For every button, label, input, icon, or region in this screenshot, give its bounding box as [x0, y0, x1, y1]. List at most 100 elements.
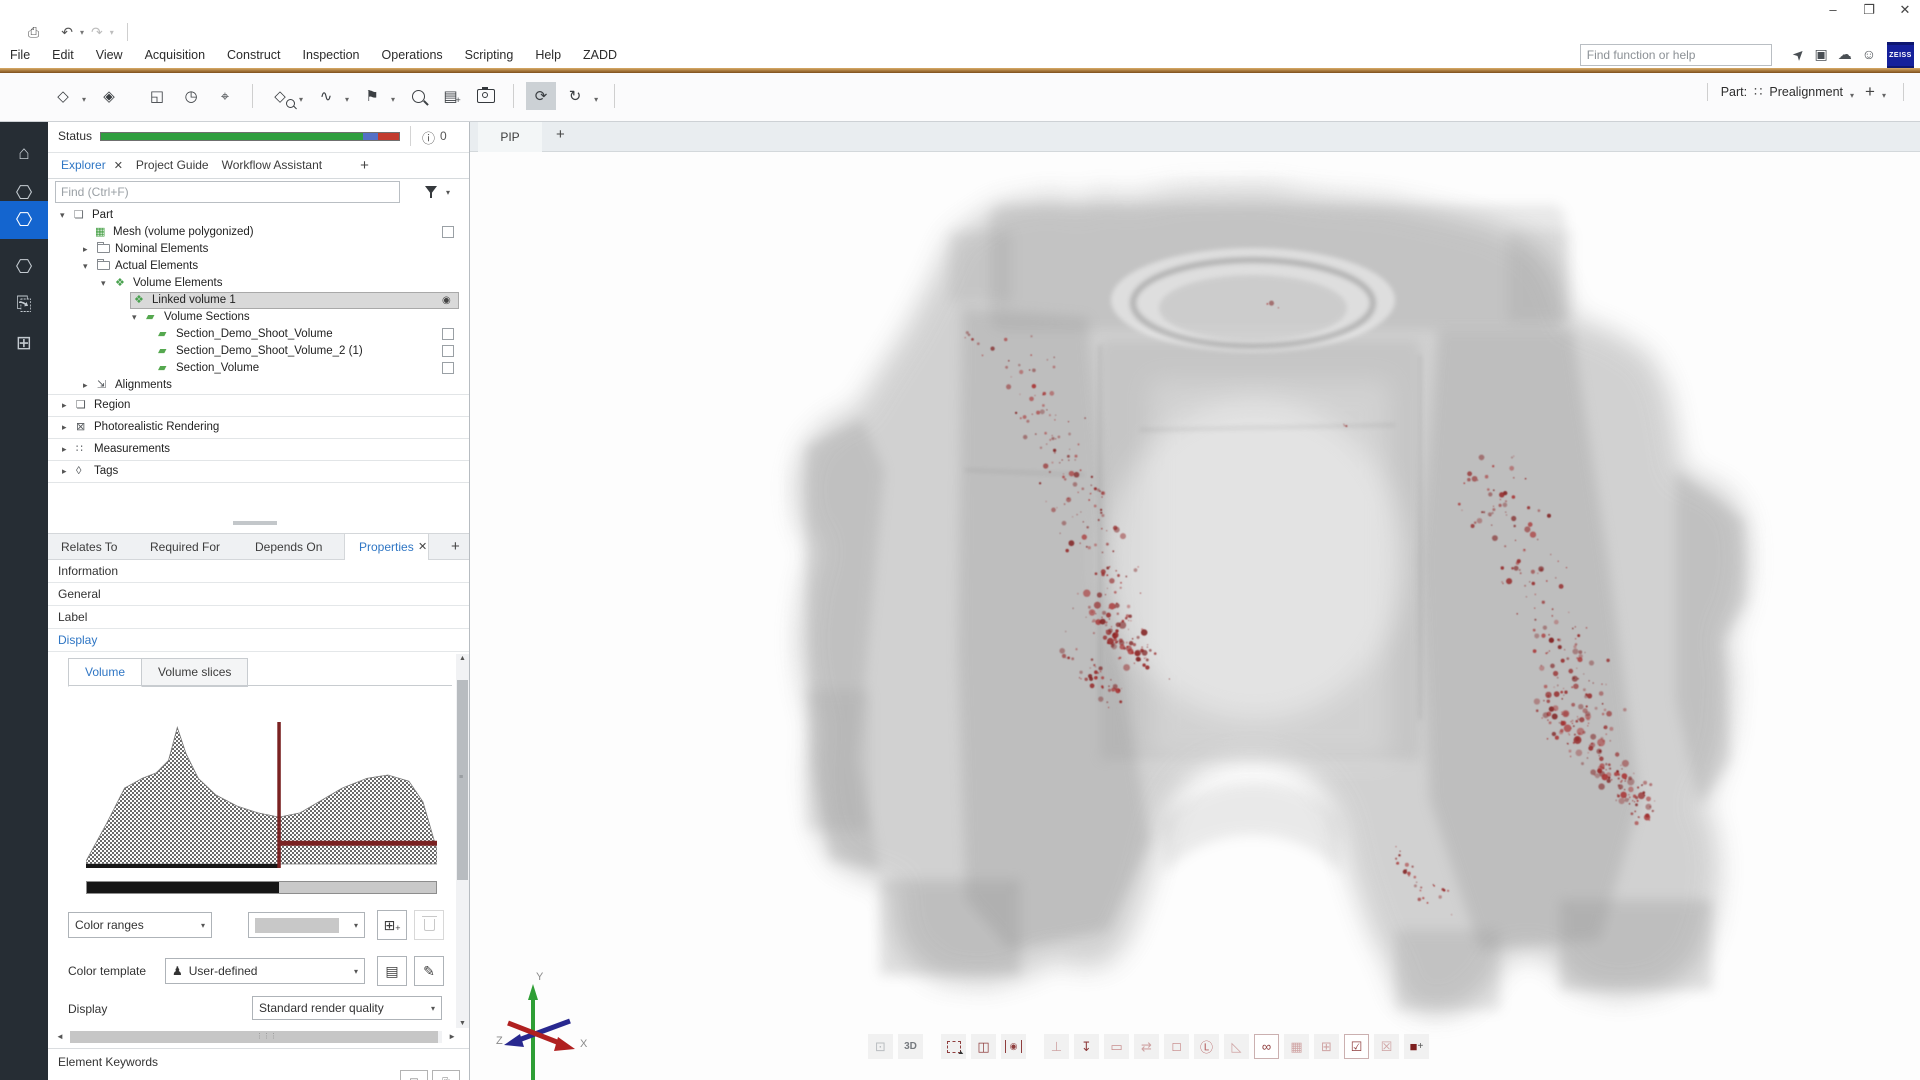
tab-depends-on[interactable]: Depends On [255, 534, 322, 560]
select-area-button[interactable] [941, 1034, 966, 1059]
tone-mapping-bar[interactable] [86, 881, 437, 894]
sidebar-item-apps[interactable]: ⊞ [0, 324, 48, 362]
color-ranges-select[interactable]: Color ranges▾ [68, 912, 212, 938]
menu-view[interactable]: View [96, 48, 123, 62]
menu-help[interactable]: Help [535, 48, 561, 62]
expander-icon[interactable]: ▸ [62, 395, 67, 416]
tree-item-section-demo-shoot-volume[interactable]: ▰Section_Demo_Shoot_Volume [48, 326, 469, 343]
construct-tool-button-caret-icon[interactable]: ▾ [82, 95, 86, 104]
tab-workflow-assistant[interactable]: Workflow Assistant [222, 158, 322, 172]
undo-caret-icon[interactable]: ▾ [80, 28, 84, 37]
tree-item-mesh-volume-polygonized-[interactable]: ▦Mesh (volume polygonized) [48, 224, 469, 241]
menu-zadd[interactable]: ZADD [583, 48, 617, 62]
expander-icon[interactable]: ▾ [132, 309, 137, 326]
expander-icon[interactable]: ▸ [62, 461, 67, 482]
linked-circles-button[interactable]: ∞ [1254, 1034, 1279, 1059]
tree-item-section-volume[interactable]: ▰Section_Volume [48, 360, 469, 377]
rectangle-button[interactable]: ▭ [1104, 1034, 1129, 1059]
minimize-button[interactable]: – [1822, 2, 1844, 18]
tree-item-alignments[interactable]: ▸⇲Alignments [48, 377, 469, 394]
properties-horizontal-scrollbar[interactable]: ◄ ⋮⋮⋮ ► [56, 1030, 456, 1044]
expander-icon[interactable]: ▾ [83, 258, 88, 275]
flip-horizontal-button[interactable]: ⇄ [1134, 1034, 1159, 1059]
tree-item-tags[interactable]: ▸◊Tags [48, 460, 469, 483]
expander-icon[interactable]: ▾ [60, 207, 65, 224]
square-l-button[interactable]: Ⓛ [1194, 1034, 1219, 1059]
tree-item-photorealistic-rendering[interactable]: ▸⊠Photorealistic Rendering [48, 416, 469, 438]
pip-thumbnail-button[interactable]: ⊡ [868, 1034, 893, 1059]
voxel-grid-button[interactable]: ▦ [1284, 1034, 1309, 1059]
3d-view-button[interactable]: 3D [898, 1034, 923, 1059]
find-input[interactable] [55, 181, 400, 203]
tree-item-nominal-elements[interactable]: ▸Nominal Elements [48, 241, 469, 258]
history-clock-button[interactable]: ◷ [176, 82, 206, 110]
tab-properties[interactable]: Properties [344, 534, 429, 560]
set-square-button[interactable]: ◺ [1224, 1034, 1249, 1059]
add-detail-tab-button[interactable]: + [451, 534, 460, 560]
reload-button[interactable]: ↻ [560, 82, 590, 110]
tree-item-volume-sections[interactable]: ▾▰Volume Sections [48, 309, 469, 326]
undo-icon[interactable]: ↶ [61, 24, 73, 41]
expander-icon[interactable]: ▸ [83, 377, 88, 394]
tree-item-section-demo-shoot-volume-2-1-[interactable]: ▰Section_Demo_Shoot_Volume_2 (1) [48, 343, 469, 360]
panel-splitter-handle[interactable] [233, 521, 277, 525]
zoom-element-button-caret-icon[interactable]: ▾ [299, 95, 303, 104]
section-path-button[interactable]: ∿ [311, 82, 341, 110]
add-part-caret-icon[interactable]: ▾ [1882, 91, 1886, 100]
add-explorer-tab-button[interactable]: + [360, 157, 369, 174]
keywords-button-2[interactable]: ⎘ [432, 1070, 460, 1080]
menu-edit[interactable]: Edit [52, 48, 74, 62]
visibility-checkbox[interactable] [442, 226, 454, 238]
properties-vertical-scrollbar[interactable]: ▲ ≡ ▼ [456, 654, 469, 1028]
construct-tool-button[interactable]: ◇ [48, 82, 78, 110]
redo-caret-icon[interactable]: ▾ [110, 28, 114, 37]
menu-operations[interactable]: Operations [382, 48, 443, 62]
info-icon[interactable]: ⓘ [422, 128, 435, 147]
tree-item-actual-elements[interactable]: ▾Actual Elements [48, 258, 469, 275]
user-icon[interactable]: ☺ [1862, 46, 1876, 62]
square-button[interactable]: □ [1164, 1034, 1189, 1059]
delete-color-range-button[interactable] [414, 910, 444, 940]
element-keywords-header[interactable]: Element Keywords [48, 1048, 469, 1069]
section-information[interactable]: Information [48, 560, 469, 583]
section-display[interactable]: Display [48, 629, 469, 652]
filter-funnel-icon[interactable] [425, 186, 437, 194]
redo-icon[interactable]: ↷ [91, 24, 103, 41]
find-function-input[interactable] [1580, 44, 1772, 66]
save-icon[interactable]: ⎙ [28, 24, 39, 41]
tab-relates-to[interactable]: Relates To [61, 534, 117, 560]
tree-item-part[interactable]: ▾❏Part [48, 207, 469, 224]
tab-volume[interactable]: Volume [68, 658, 142, 687]
tree-item-volume-elements[interactable]: ▾❖Volume Elements [48, 275, 469, 292]
camera-button[interactable] [471, 82, 501, 110]
close-tab-icon[interactable]: ✕ [418, 534, 427, 560]
insert-plane-button[interactable]: ⊥ [1044, 1034, 1069, 1059]
viewport-layout-button[interactable]: ◱ [142, 82, 172, 110]
color-template-select[interactable]: ♟ User-defined▾ [165, 958, 365, 984]
template-list-button[interactable]: ▤ [377, 956, 407, 986]
keywords-button-1[interactable]: ▣ [400, 1070, 428, 1080]
check-stack-button[interactable]: ☑ [1344, 1034, 1369, 1059]
visibility-checkbox[interactable] [442, 345, 454, 357]
add-viewport-tab-button[interactable]: + [556, 126, 565, 143]
sidebar-item-workspace-inspect[interactable]: ⎔ [0, 248, 48, 286]
add-color-range-button[interactable]: ⊞+ [377, 910, 407, 940]
visibility-checkbox[interactable] [442, 328, 454, 340]
section-general[interactable]: General [48, 583, 469, 606]
tab-volume-slices[interactable]: Volume slices [142, 658, 248, 687]
tab-required-for[interactable]: Required For [150, 534, 220, 560]
expander-icon[interactable]: ▸ [62, 417, 67, 438]
menu-inspection[interactable]: Inspection [303, 48, 360, 62]
expander-icon[interactable]: ▸ [62, 439, 67, 460]
magnifier-button[interactable] [403, 82, 433, 110]
cross-stack-button[interactable]: ☒ [1374, 1034, 1399, 1059]
add-report-button[interactable]: ▤+ [437, 82, 467, 110]
3d-viewport[interactable]: PIP + [470, 122, 1920, 1080]
restore-button[interactable]: ❐ [1858, 2, 1880, 18]
eye-icon[interactable]: ◉ [442, 292, 451, 309]
sidebar-item-home[interactable]: ⌂ [0, 135, 48, 173]
render-quality-select[interactable]: Standard render quality▾ [252, 996, 442, 1020]
sidebar-item-report[interactable]: ⎘ [0, 286, 48, 324]
pin-view-button[interactable]: ⌖ [210, 82, 240, 110]
menu-scripting[interactable]: Scripting [465, 48, 514, 62]
